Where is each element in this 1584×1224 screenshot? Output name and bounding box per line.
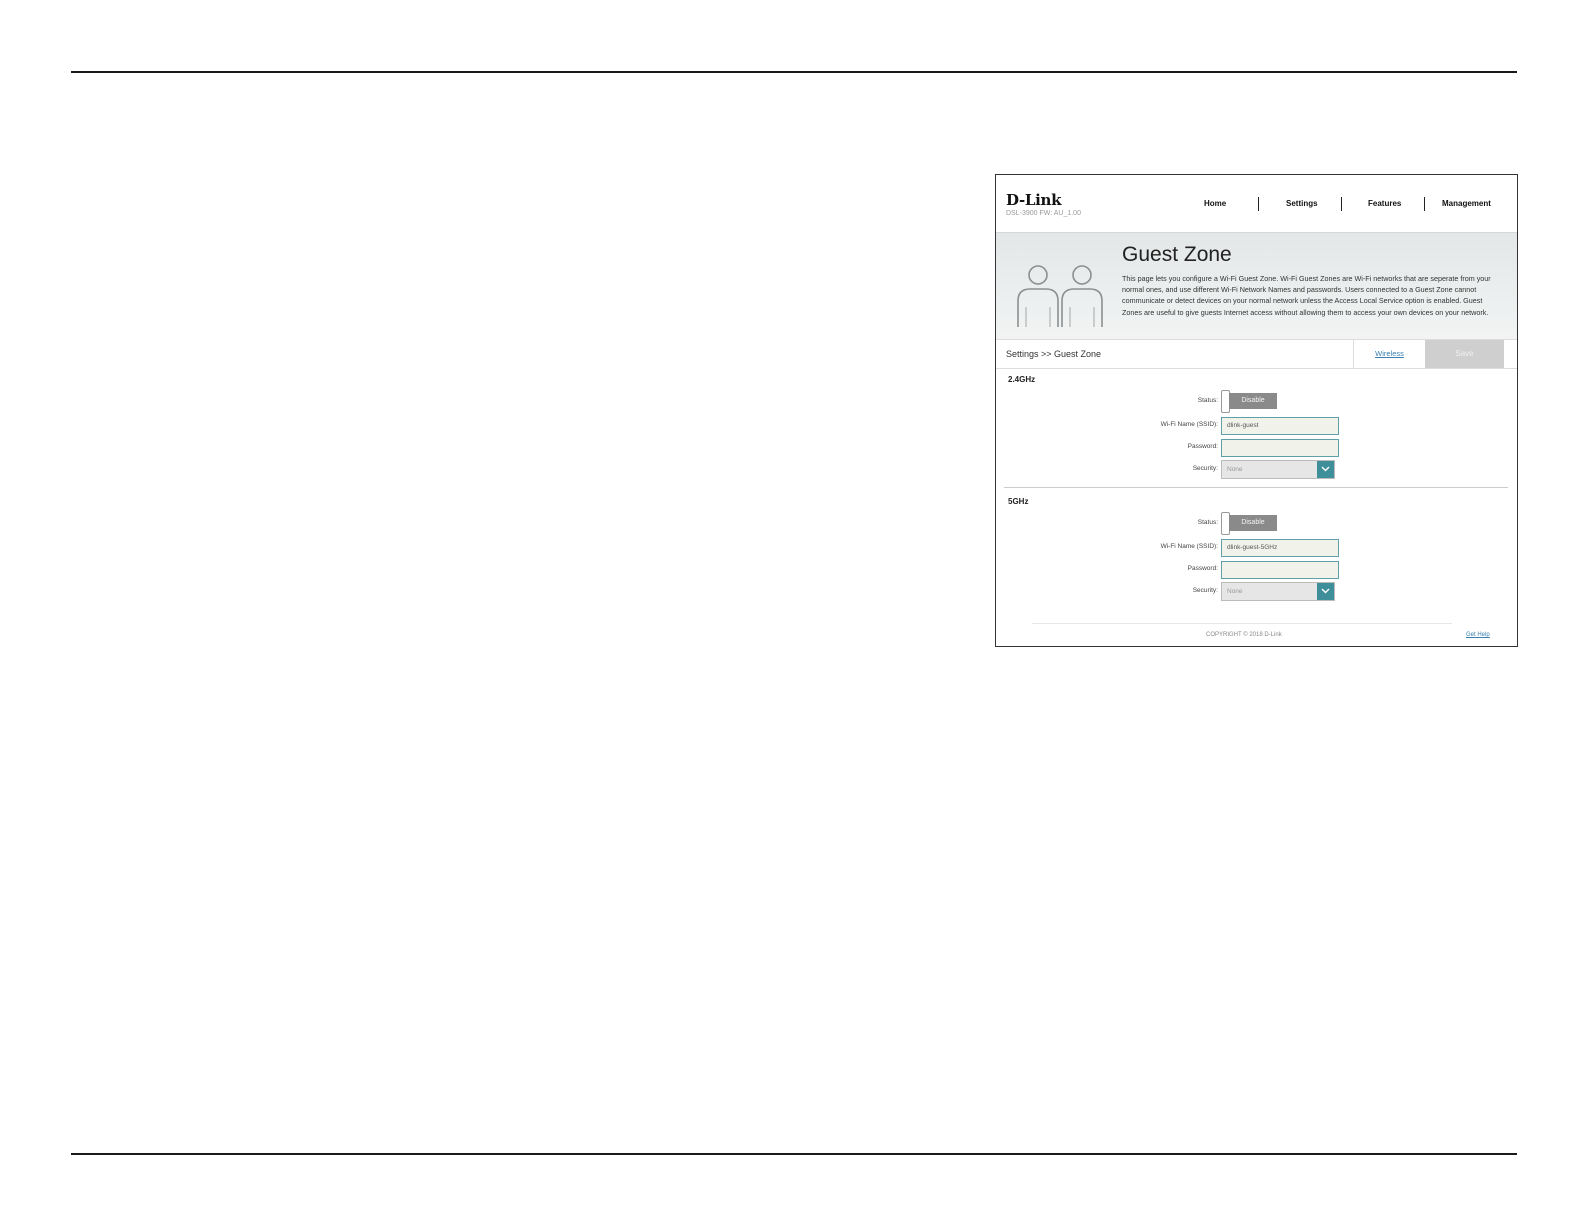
ssid-label: Wi-Fi Name (SSID): [1160,421,1218,428]
toggle-text: Disable [1229,515,1277,531]
password-input-5ghz[interactable] [1221,561,1339,579]
two-people-icon [1010,263,1110,332]
password-label: Password: [1187,443,1218,450]
status-label: Status: [1197,397,1218,404]
model-firmware: DSL-3900 FW: AU_1.00 [1006,210,1081,217]
section-title-5ghz: 5GHz [1008,497,1029,506]
security-select-5ghz[interactable]: None [1221,582,1335,601]
section-title-24ghz: 2.4GHz [1008,375,1036,384]
breadcrumb: Settings >> Guest Zone [1006,349,1102,359]
ssid-input-5ghz[interactable]: dlink-guest-5GHz [1221,539,1339,557]
page-banner: Guest Zone This page lets you configure … [996,232,1517,339]
section-divider [1004,487,1508,488]
status-label: Status: [1197,519,1218,526]
nav-settings[interactable]: Settings [1286,199,1318,208]
wireless-link[interactable]: Wireless [1353,340,1425,368]
security-value: None [1227,588,1243,595]
status-toggle-5ghz[interactable]: Disable [1221,512,1277,535]
password-input-24ghz[interactable] [1221,439,1339,457]
page-title: Guest Zone [1122,243,1232,266]
breadcrumb-bar: Settings >> Guest Zone Wireless Save [996,339,1517,369]
security-value: None [1227,466,1243,473]
toggle-text: Disable [1229,393,1277,409]
nav-separator [1341,197,1342,211]
save-button[interactable]: Save [1425,340,1504,368]
page-top-rule [71,71,1517,73]
router-ui-screenshot: D-Link DSL-3900 FW: AU_1.00 Home Setting… [995,174,1518,647]
nav-separator [1424,197,1425,211]
nav-home[interactable]: Home [1204,199,1226,208]
page-description: This page lets you configure a Wi-Fi Gue… [1122,274,1491,317]
ssid-input-24ghz[interactable]: dlink-guest [1221,417,1339,435]
dlink-logo: D-Link [1006,191,1062,209]
nav-separator [1258,197,1259,211]
nav-features[interactable]: Features [1368,199,1401,208]
security-label: Security: [1192,465,1218,472]
footer-divider [1032,623,1452,624]
get-help-link[interactable]: Get Help [1466,632,1490,638]
ssid-label: Wi-Fi Name (SSID): [1160,543,1218,550]
security-select-24ghz[interactable]: None [1221,460,1335,479]
copyright: COPYRIGHT © 2018 D-Link [1206,632,1282,638]
password-label: Password: [1187,565,1218,572]
security-label: Security: [1192,587,1218,594]
chevron-down-icon[interactable] [1317,461,1334,478]
status-toggle-24ghz[interactable]: Disable [1221,390,1277,413]
chevron-down-icon[interactable] [1317,583,1334,600]
nav-management[interactable]: Management [1442,199,1491,208]
page-bottom-rule [71,1153,1517,1155]
header: D-Link DSL-3900 FW: AU_1.00 Home Setting… [996,175,1517,233]
